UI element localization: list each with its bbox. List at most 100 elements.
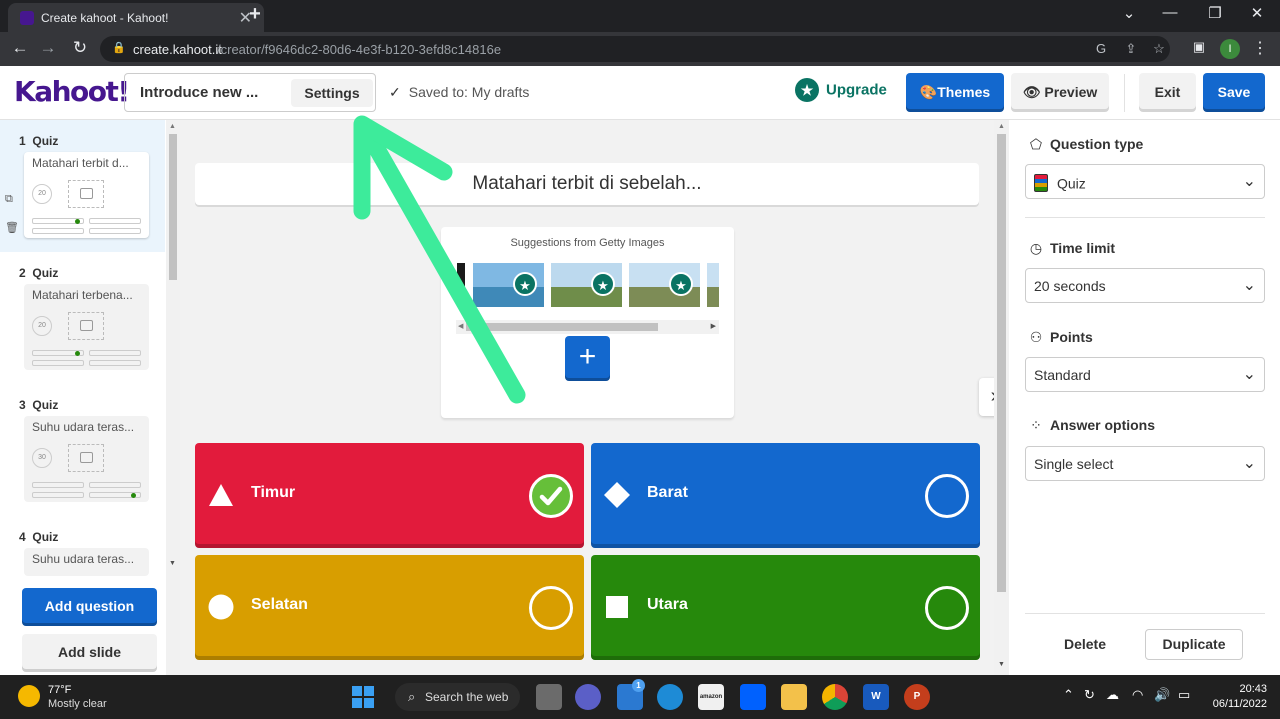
browser-menu-icon[interactable]: ⋮	[1252, 38, 1268, 58]
scroll-right-icon[interactable]: ▶	[711, 322, 716, 330]
tray-chevron-icon[interactable]: ⌃	[1063, 687, 1074, 703]
mail-icon[interactable]: 1	[617, 679, 645, 710]
premium-star-icon: ★	[513, 272, 537, 296]
scroll-down-icon[interactable]: ▼	[998, 661, 1005, 668]
window-close-icon[interactable]: ✕	[1242, 4, 1272, 26]
preview-button[interactable]: 👁 Preview	[1011, 73, 1109, 112]
scrollbar-thumb[interactable]	[466, 323, 658, 331]
tab-search-chevron-icon[interactable]: ⌄	[1114, 4, 1144, 26]
chrome-icon[interactable]	[822, 684, 848, 710]
battery-icon[interactable]: ▭	[1178, 687, 1190, 703]
slide-list-scrollbar[interactable]: ▲ ▼	[166, 120, 180, 675]
correct-answer-toggle[interactable]	[925, 474, 969, 518]
suggestion-image[interactable]: ★	[473, 263, 544, 307]
canvas-scrollbar[interactable]: ▲ ▼	[994, 120, 1009, 675]
slide-thumbnail: Matahari terbena... 20	[24, 284, 149, 370]
slide-item-2[interactable]: 2 Quiz Matahari terbena... 20	[0, 252, 165, 384]
palette-icon: 🎨	[919, 84, 938, 100]
kahoot-title-field[interactable]: Introduce new ... Settings	[124, 73, 376, 112]
time-limit-select[interactable]: 20 seconds ⌄	[1025, 268, 1265, 303]
kahoot-header: Kahoot! Introduce new ... Settings ✓ Save…	[0, 66, 1280, 120]
suggestion-image[interactable]	[707, 263, 719, 307]
media-suggestions-label: Suggestions from Getty Images	[510, 237, 665, 249]
add-slide-button[interactable]: Add slide	[22, 634, 157, 672]
delete-slide-icon[interactable]: 🗑	[5, 221, 19, 235]
question-type-select[interactable]: Quiz ⌄	[1025, 164, 1265, 199]
suggestions-scrollbar[interactable]: ◀ ▶	[456, 320, 719, 334]
file-explorer-icon[interactable]	[781, 684, 807, 710]
points-select[interactable]: Standard ⌄	[1025, 357, 1265, 392]
wifi-icon[interactable]: ◠	[1132, 687, 1143, 703]
upgrade-label: Upgrade	[826, 81, 887, 99]
volume-icon[interactable]: 🔊	[1154, 687, 1170, 703]
back-icon[interactable]: ←	[8, 38, 32, 60]
slide-header: 2 Quiz	[19, 266, 59, 280]
suggestion-image[interactable]: ★	[629, 263, 700, 307]
correct-answer-toggle[interactable]	[529, 586, 573, 630]
scroll-left-icon[interactable]: ◀	[458, 322, 463, 330]
kahoot-logo[interactable]: Kahoot!	[14, 75, 130, 108]
forward-icon[interactable]: →	[36, 38, 60, 60]
themes-button[interactable]: 🎨Themes	[906, 73, 1004, 112]
teams-chat-icon[interactable]	[575, 684, 601, 710]
slide-item-4[interactable]: 4 Quiz Suhu udara teras...	[0, 516, 165, 576]
answer-option-2[interactable]: Barat	[591, 443, 980, 548]
bookmark-star-icon[interactable]: ☆	[1150, 41, 1168, 57]
taskbar-search[interactable]: ⌕ Search the web	[395, 683, 520, 711]
exit-button[interactable]: Exit	[1139, 73, 1196, 112]
add-media-button[interactable]: +	[565, 336, 610, 381]
scrollbar-thumb[interactable]	[997, 134, 1006, 592]
duplicate-question-button[interactable]: Duplicate	[1145, 629, 1243, 660]
delete-question-button[interactable]: Delete	[1049, 629, 1121, 659]
powerpoint-icon[interactable]: P	[904, 684, 930, 710]
time-limit-heading: ◷ Time limit	[1029, 240, 1116, 256]
slide-item-1[interactable]: 1 Quiz Matahari terbit d... 20 ⧉ 🗑	[0, 120, 165, 252]
answer-preview	[89, 482, 141, 488]
upgrade-button[interactable]: ★ Upgrade	[795, 78, 887, 108]
new-tab-button[interactable]: +	[244, 3, 266, 27]
save-button[interactable]: Save	[1203, 73, 1265, 112]
scroll-up-icon[interactable]: ▲	[998, 123, 1005, 130]
media-upload-box: Suggestions from Getty Images ★ ★ ★ ◀ ▶ …	[441, 227, 734, 418]
slide-question-preview: Suhu udara teras...	[32, 552, 135, 566]
dropbox-icon[interactable]	[740, 684, 766, 710]
circle-icon	[208, 594, 234, 620]
question-title-input[interactable]: Matahari terbit di sebelah...	[195, 163, 979, 205]
edge-icon[interactable]	[657, 684, 683, 710]
scrollbar-thumb[interactable]	[169, 134, 177, 280]
suggestion-image[interactable]	[457, 263, 465, 307]
sync-icon[interactable]: ↻	[1084, 687, 1095, 703]
taskbar-clock[interactable]: 20:43 06/11/2022	[1207, 682, 1267, 712]
correct-answer-toggle[interactable]	[529, 474, 573, 518]
question-settings-panel: ⬠ Question type Quiz ⌄ ◷ Time limit 20 sec…	[1009, 120, 1280, 675]
slide-thumbnail: Suhu udara teras...	[24, 548, 149, 576]
minimize-icon[interactable]: —	[1155, 4, 1185, 26]
saved-status: ✓ Saved to: My drafts	[389, 84, 529, 101]
correct-answer-toggle[interactable]	[925, 586, 969, 630]
google-icon[interactable]: G	[1092, 41, 1110, 57]
answer-option-3[interactable]: Selatan	[195, 555, 584, 660]
settings-button[interactable]: Settings	[291, 79, 373, 107]
duplicate-slide-icon[interactable]: ⧉	[5, 193, 19, 207]
suggestion-image[interactable]: ★	[551, 263, 622, 307]
answer-option-4[interactable]: Utara	[591, 555, 980, 660]
onedrive-icon[interactable]: ☁	[1106, 687, 1119, 703]
maximize-icon[interactable]: ❐	[1200, 4, 1230, 26]
saved-status-text: Saved to: My drafts	[408, 84, 530, 100]
answer-option-1[interactable]: Timur	[195, 443, 584, 548]
reload-icon[interactable]: ↻	[68, 38, 92, 60]
add-question-button[interactable]: Add question	[22, 588, 157, 626]
answer-options-select[interactable]: Single select ⌄	[1025, 446, 1265, 481]
browser-tab[interactable]: Create kahoot - Kahoot! ✕	[8, 3, 264, 32]
share-icon[interactable]: ⇪	[1122, 41, 1140, 57]
side-panel-icon[interactable]: ▣	[1190, 39, 1208, 55]
profile-avatar[interactable]: I	[1220, 39, 1240, 59]
windows-start-icon[interactable]	[352, 686, 374, 708]
scroll-up-icon[interactable]: ▲	[169, 123, 176, 130]
word-icon[interactable]: W	[863, 684, 889, 710]
slide-item-3[interactable]: 3 Quiz Suhu udara teras... 30	[0, 384, 165, 516]
scroll-down-icon[interactable]: ▼	[169, 560, 176, 567]
amazon-icon[interactable]: amazon	[698, 684, 724, 710]
task-view-icon[interactable]	[536, 684, 562, 710]
url-bar[interactable]: 🔒 create.kahoot.it /creator/f9646dc2-80d…	[100, 36, 1170, 62]
